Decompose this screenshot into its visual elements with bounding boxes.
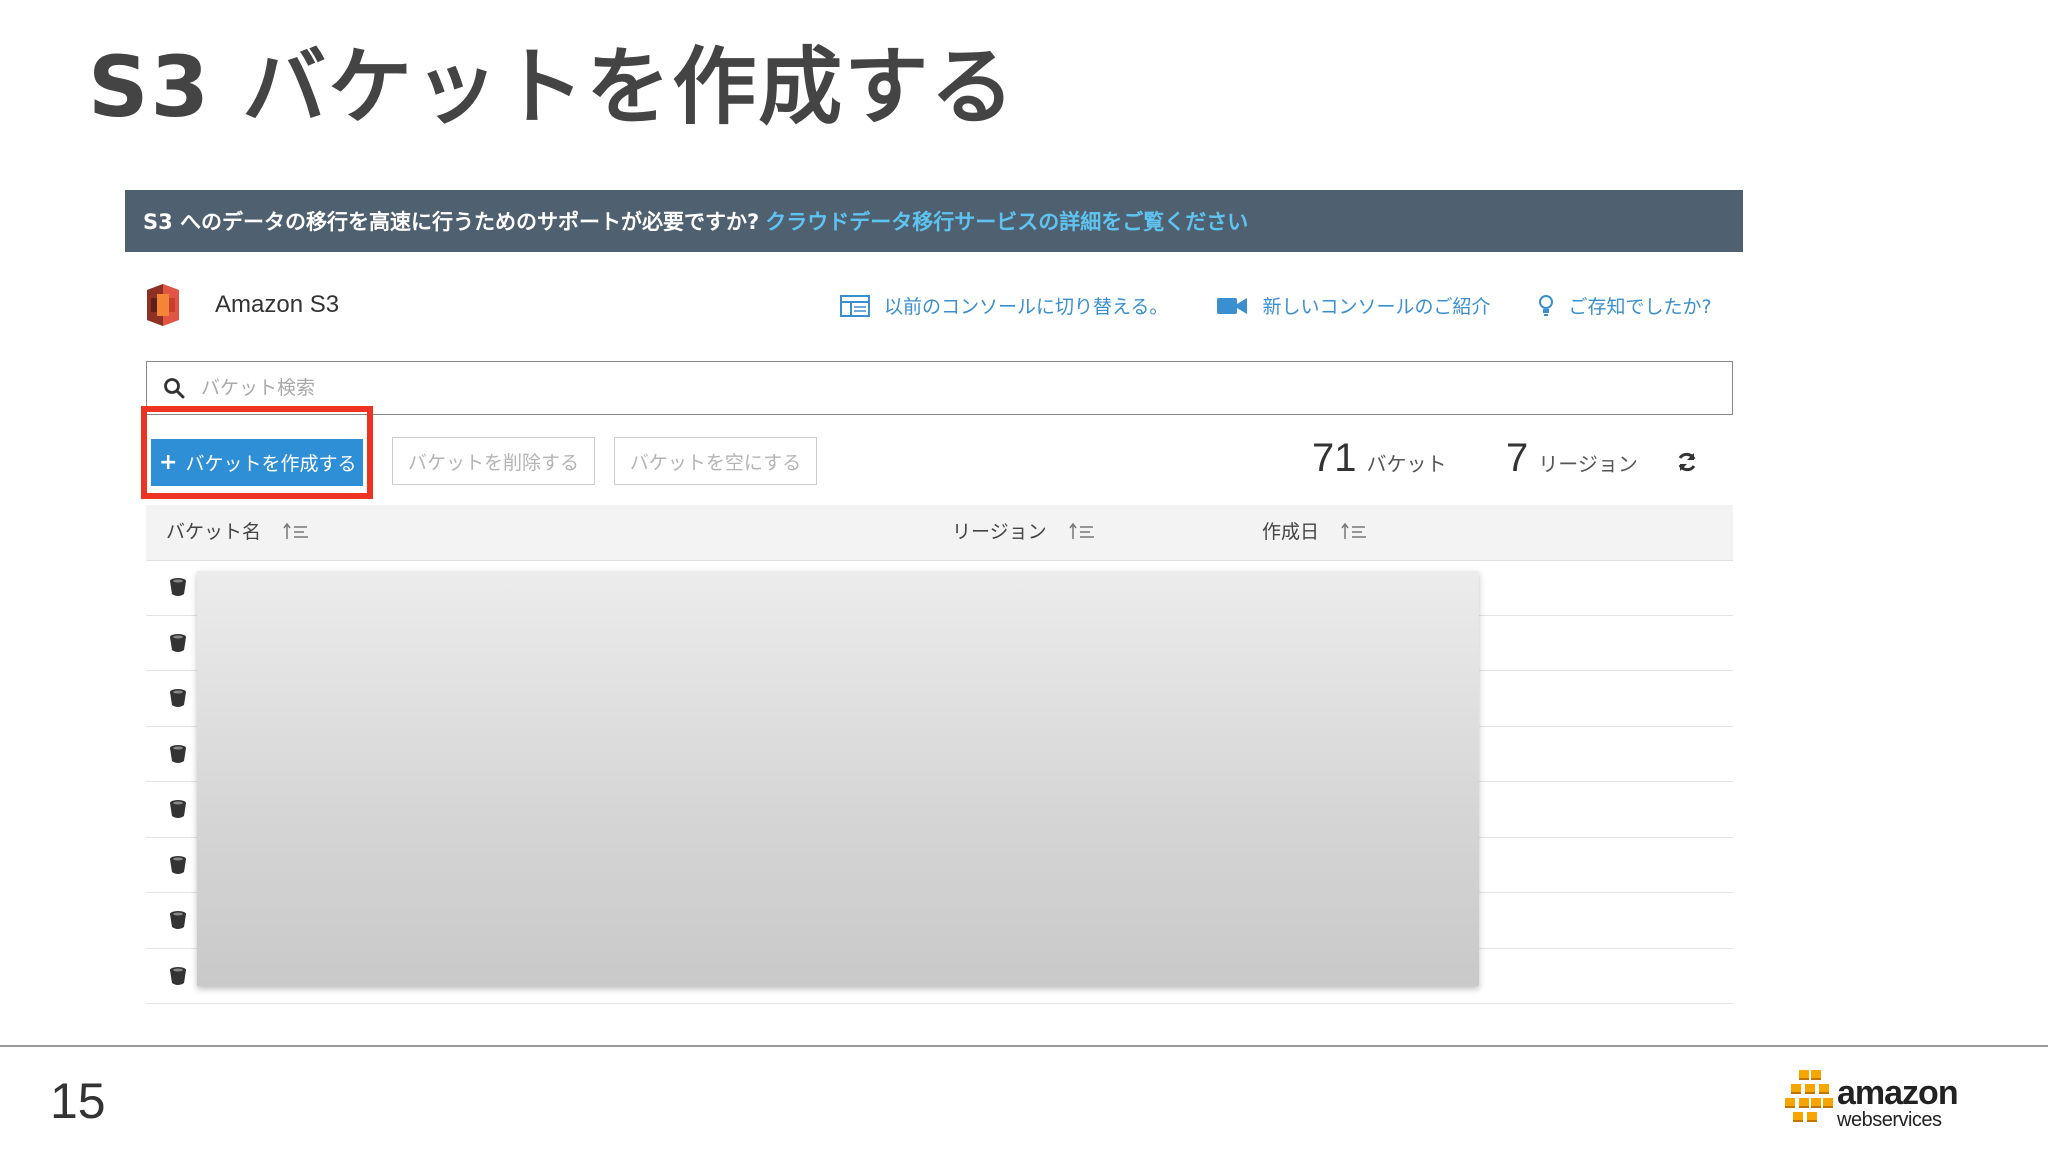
bucket-search[interactable]: [146, 361, 1733, 415]
migration-banner: S3 へのデータの移行を高速に行うためのサポートが必要ですか? クラウドデータ移…: [125, 190, 1743, 252]
aws-wordmark: amazon webservices: [1837, 1074, 1959, 1131]
plus-icon: +: [159, 450, 178, 475]
bucket-icon: [170, 800, 186, 818]
did-you-know-link[interactable]: ご存知でしたか?: [1538, 292, 1712, 319]
new-console-intro-link[interactable]: 新しいコンソールのご紹介: [1216, 292, 1490, 319]
column-region[interactable]: リージョン: [952, 517, 1095, 544]
sort-icon: [1341, 522, 1367, 539]
search-icon: [164, 378, 185, 399]
region-count-number: 7: [1506, 436, 1529, 480]
bucket-icon: [170, 855, 186, 874]
region-count: 7 リージョン: [1506, 436, 1638, 481]
sort-icon: [283, 522, 309, 539]
old-console-link[interactable]: 以前のコンソールに切り替える。: [840, 292, 1168, 319]
redacted-bucket-list: [197, 571, 1479, 986]
bucket-icon: [170, 966, 186, 985]
video-camera-icon: [1217, 297, 1248, 314]
create-bucket-label: バケットを作成する: [185, 453, 357, 475]
delete-bucket-button[interactable]: バケットを削除する: [392, 437, 595, 485]
aws-cubes-icon: [1785, 1070, 1833, 1122]
bucket-icon: [170, 689, 186, 707]
bucket-icon: [170, 633, 186, 652]
old-console-label: 以前のコンソールに切り替える。: [884, 296, 1169, 318]
bucket-icon: [170, 744, 186, 763]
create-bucket-button[interactable]: + バケットを作成する: [151, 439, 363, 486]
column-created-date[interactable]: 作成日: [1262, 517, 1367, 544]
did-you-know-label: ご存知でしたか?: [1568, 296, 1712, 318]
new-console-intro-label: 新しいコンソールのご紹介: [1262, 296, 1491, 318]
service-header: Amazon S3: [143, 282, 339, 328]
footer-divider: [0, 1045, 2048, 1047]
region-count-unit: リージョン: [1538, 452, 1638, 476]
page-number: 15: [50, 1073, 106, 1129]
column-region-label: リージョン: [952, 521, 1047, 543]
aws-wordmark-amazon: amazon: [1837, 1074, 1959, 1112]
service-name: Amazon S3: [215, 291, 340, 318]
bucket-icon: [170, 911, 186, 929]
s3-logo-icon: [147, 284, 179, 326]
column-created-date-label: 作成日: [1262, 521, 1320, 543]
banner-link[interactable]: クラウドデータ移行サービスの詳細をご覧ください: [765, 206, 1248, 236]
lightbulb-icon: [1539, 294, 1554, 316]
bucket-table-header: バケット名 リージョン 作成日: [146, 505, 1733, 561]
empty-bucket-button[interactable]: バケットを空にする: [614, 437, 817, 485]
refresh-icon[interactable]: [1675, 450, 1699, 474]
bucket-count-number: 71: [1312, 436, 1357, 480]
column-bucket-name-label: バケット名: [166, 521, 262, 543]
sort-icon: [1069, 522, 1094, 539]
aws-logo: amazon webservices: [1785, 1068, 1959, 1131]
header-links: 以前のコンソールに切り替える。 新しいコンソールのご紹介 ご存知でしたか?: [840, 292, 1712, 319]
bucket-icon: [170, 578, 186, 596]
aws-wordmark-webservices: webservices: [1837, 1109, 1942, 1131]
console-grid-icon: [840, 294, 870, 317]
column-bucket-name[interactable]: バケット名: [166, 517, 309, 544]
bucket-count: 71 バケット: [1312, 436, 1447, 481]
bucket-search-input[interactable]: [199, 376, 1603, 400]
slide-title: S3 バケットを作成する: [88, 38, 1017, 136]
bucket-count-unit: バケット: [1366, 452, 1447, 476]
banner-text: S3 へのデータの移行を高速に行うためのサポートが必要ですか?: [143, 210, 760, 234]
